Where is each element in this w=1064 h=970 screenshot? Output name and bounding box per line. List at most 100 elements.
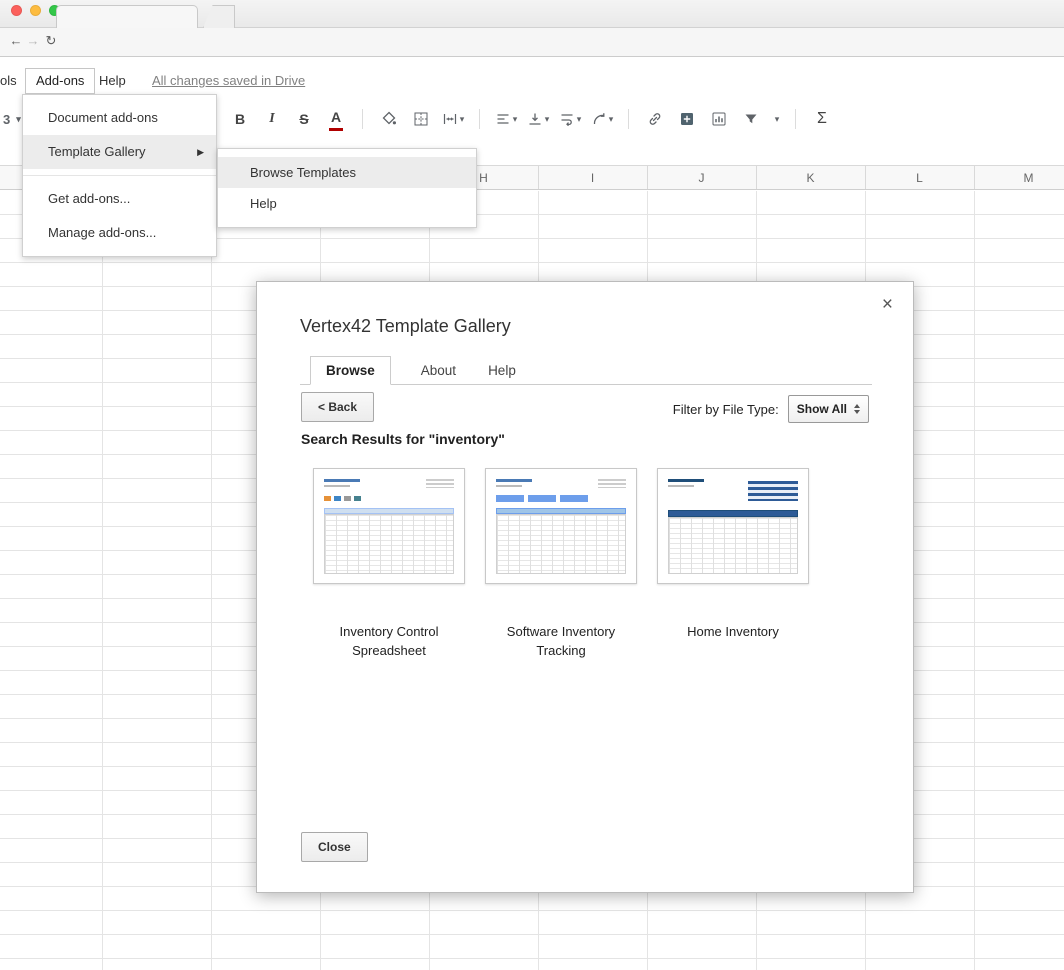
chevron-down-icon: ▾: [513, 114, 518, 125]
submenu-arrow-icon: ▶: [197, 135, 204, 169]
italic-button[interactable]: I: [258, 106, 286, 132]
tab-help[interactable]: Help: [486, 357, 518, 384]
search-results-heading: Search Results for "inventory": [301, 431, 505, 447]
template-preview: [663, 474, 803, 578]
text-color-swatch: [329, 128, 343, 131]
toolbar-separator: [795, 109, 796, 129]
template-thumbnail-inventory-control[interactable]: [313, 468, 465, 584]
window-controls: [11, 5, 60, 16]
close-icon[interactable]: ×: [882, 295, 893, 314]
submenu-item-help[interactable]: Help: [218, 188, 476, 219]
chevron-down-icon: ▾: [577, 114, 582, 125]
vertical-align-icon: [527, 111, 543, 127]
browser-tab-stub[interactable]: [203, 5, 235, 28]
template-gallery-dialog: × Vertex42 Template Gallery Browse About…: [256, 281, 914, 893]
chevron-down-icon: ▾: [609, 114, 614, 125]
text-wrap-button[interactable]: ▾: [556, 106, 584, 132]
menu-item-label: Template Gallery: [48, 144, 146, 159]
functions-button[interactable]: Σ: [808, 106, 836, 132]
strikethrough-icon: S: [299, 111, 308, 127]
back-button[interactable]: < Back: [301, 392, 374, 422]
sigma-icon: Σ: [817, 110, 827, 128]
save-status-link[interactable]: All changes saved in Drive: [152, 68, 305, 93]
column-header-i[interactable]: I: [538, 166, 647, 190]
fill-color-button[interactable]: [375, 106, 403, 132]
column-header-k[interactable]: K: [756, 166, 865, 190]
template-name[interactable]: Software Inventory Tracking: [485, 622, 637, 660]
reload-icon[interactable]: ↻: [43, 33, 59, 49]
insert-chart-button[interactable]: [705, 106, 733, 132]
sheets-menubar: ols Add-ons Help All changes saved in Dr…: [0, 68, 1064, 94]
vertical-align-button[interactable]: ▾: [524, 106, 552, 132]
submenu-item-label: Browse Templates: [250, 165, 356, 180]
file-type-select[interactable]: Show All: [788, 395, 869, 423]
template-name[interactable]: Home Inventory: [657, 622, 809, 641]
merge-cells-icon: [442, 111, 458, 127]
minimize-window-button[interactable]: [30, 5, 41, 16]
template-thumbnail-home-inventory[interactable]: [657, 468, 809, 584]
forward-icon[interactable]: →: [25, 33, 41, 48]
fill-color-icon: [381, 111, 397, 127]
text-rotation-button[interactable]: ▾: [588, 106, 616, 132]
italic-icon: I: [269, 111, 274, 127]
browser-addressbar: ← → ↻ ⋮: [0, 28, 1064, 57]
tab-browse[interactable]: Browse: [310, 356, 391, 385]
text-rotation-icon: [591, 111, 607, 127]
template-gallery-submenu: Browse Templates Help: [217, 148, 477, 228]
borders-button[interactable]: [407, 106, 435, 132]
filter-icon: [743, 111, 759, 127]
filter-button[interactable]: [737, 106, 765, 132]
insert-link-button[interactable]: [641, 106, 669, 132]
submenu-item-label: Help: [250, 196, 277, 211]
tab-about[interactable]: About: [419, 357, 458, 384]
insert-comment-button[interactable]: [673, 106, 701, 132]
menu-separator: [23, 175, 216, 176]
close-button[interactable]: Close: [301, 832, 368, 862]
column-header-j[interactable]: J: [647, 166, 756, 190]
menu-item-template-gallery[interactable]: Template Gallery ▶: [23, 135, 216, 169]
number-format-partial-label: 3: [3, 112, 10, 127]
filter-row: Filter by File Type: Show All: [673, 395, 869, 423]
template-thumbnail-software-inventory[interactable]: [485, 468, 637, 584]
toolbar-separator: [628, 109, 629, 129]
dialog-tabs: Browse About Help: [300, 356, 872, 385]
filter-label: Filter by File Type:: [673, 402, 779, 417]
browser-tab[interactable]: [56, 5, 198, 28]
number-format-partial-button[interactable]: 3 ▾: [3, 100, 21, 138]
text-wrap-icon: [559, 111, 575, 127]
menu-tools-partial[interactable]: ols: [0, 68, 17, 93]
toolbar-separator: [362, 109, 363, 129]
column-header-l[interactable]: L: [865, 166, 974, 190]
submenu-item-browse-templates[interactable]: Browse Templates: [218, 157, 476, 188]
file-type-select-value: Show All: [797, 402, 847, 416]
dialog-title: Vertex42 Template Gallery: [300, 316, 511, 337]
updown-arrows-icon: [854, 404, 860, 414]
menu-item-get-addons[interactable]: Get add-ons...: [23, 182, 216, 216]
bold-button[interactable]: B: [226, 106, 254, 132]
menu-addons[interactable]: Add-ons: [25, 68, 95, 94]
menu-item-document-addons[interactable]: Document add-ons: [23, 101, 216, 135]
close-window-button[interactable]: [11, 5, 22, 16]
text-color-button[interactable]: A: [322, 106, 350, 132]
borders-icon: [413, 111, 429, 127]
template-name[interactable]: Inventory Control Spreadsheet: [313, 622, 465, 660]
menu-item-manage-addons[interactable]: Manage add-ons...: [23, 216, 216, 250]
text-color-icon: A: [331, 109, 341, 125]
back-icon[interactable]: ←: [8, 33, 24, 48]
menu-help[interactable]: Help: [99, 68, 126, 93]
strikethrough-button[interactable]: S: [290, 106, 318, 132]
horizontal-align-icon: [495, 111, 511, 127]
chevron-down-icon: ▾: [775, 114, 780, 125]
column-header-m[interactable]: M: [974, 166, 1064, 190]
comment-plus-icon: [679, 111, 695, 127]
menu-item-label: Document add-ons: [48, 110, 158, 125]
link-icon: [647, 111, 663, 127]
addons-menu: Document add-ons Template Gallery ▶ Get …: [22, 94, 217, 257]
filter-dropdown-button[interactable]: ▾: [769, 106, 783, 132]
browser-titlebar: [0, 0, 1064, 28]
horizontal-align-button[interactable]: ▾: [492, 106, 520, 132]
chevron-down-icon: ▾: [545, 114, 550, 125]
merge-cells-button[interactable]: ▾: [439, 106, 467, 132]
toolbar-separator: [479, 109, 480, 129]
screen: ← → ↻ ⋮ ols Add-ons Help All changes sav…: [0, 0, 1064, 970]
